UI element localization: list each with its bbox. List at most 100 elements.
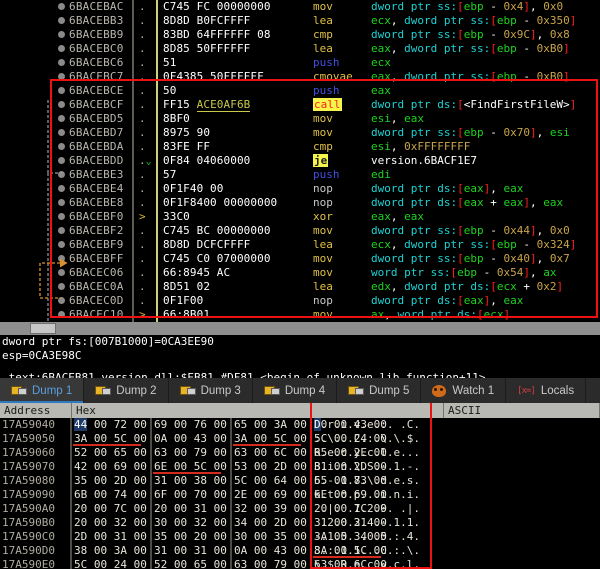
dump-hex-group[interactable]: 6B 00 74 00 <box>74 488 147 502</box>
dump-hex-group[interactable]: 0A 00 43 00 <box>234 544 307 558</box>
disassembly-row[interactable]: 6BACEBAC. C745 FC 00000000 mov dword ptr ss… <box>0 0 600 14</box>
dump-hex-group[interactable]: 20 00 31 00 <box>154 502 227 516</box>
dump-hex-group[interactable]: 35 00 20 00 <box>154 530 227 544</box>
column-header-hex[interactable]: Hex <box>72 403 444 418</box>
breakpoint-dot-icon[interactable] <box>54 154 68 168</box>
dump-hex-group[interactable]: 34 00 2D 00 <box>234 516 307 530</box>
breakpoint-dot-icon[interactable] <box>54 84 68 98</box>
dump-hex-group[interactable]: 35 00 2D 00 <box>74 474 147 488</box>
dump-row[interactable]: 17A590D0 38 00 3A 00 31 00 31 00 0A 00 43 0… <box>0 544 600 558</box>
disassembly-row[interactable]: 6BACEBCF. FF15 ACE0AF6B call dword ptr ds:[… <box>0 98 600 112</box>
breakpoint-dot-icon[interactable] <box>54 210 68 224</box>
tab-dump-2[interactable]: Dump 2 <box>84 378 169 403</box>
dump-row[interactable]: 17A59080 35 00 2D 00 31 00 38 00 5C 00 64 0… <box>0 474 600 488</box>
dump-row[interactable]: 17A59070 42 00 69 00 6E 00 5C 00 53 00 2D 0… <box>0 460 600 474</box>
breakpoint-dot-icon[interactable] <box>54 182 68 196</box>
dump-ascii[interactable]: B.i.n.\.S.-.1.-. <box>314 460 420 474</box>
disassembly-row[interactable]: 6BACEBC6. 51 push ecx <box>0 56 600 70</box>
dump-hex-group[interactable]: 31 00 38 00 <box>154 474 227 488</box>
dump-row[interactable]: 17A59090 6B 00 74 00 6F 00 70 00 2E 00 69 0… <box>0 488 600 502</box>
dump-hex-group[interactable]: 63 00 79 00 <box>154 446 227 460</box>
dump-ascii[interactable]: D.r.i.v.e.:. .C. <box>314 418 420 432</box>
breakpoint-dot-icon[interactable] <box>54 0 68 14</box>
disassembly-rows[interactable]: 6BACEBAC. C745 FC 00000000 mov dword ptr ss… <box>0 0 600 322</box>
disassembly-row[interactable]: 6BACEC06. 66:8945 AC mov word ptr ss:[ebp -… <box>0 266 600 280</box>
disassembly-row[interactable]: 6BACEBD7. 8975 90 mov dword ptr ss:[ebp - 0… <box>0 126 600 140</box>
breakpoint-dot-icon[interactable] <box>54 238 68 252</box>
dump-ascii[interactable]: 5.-.1.8.\.d.e.s. <box>314 474 420 488</box>
breakpoint-dot-icon[interactable] <box>54 280 68 294</box>
dump-hex-group[interactable]: 5C 00 64 00 <box>234 474 307 488</box>
dump-ascii[interactable]: \.$.R.e.c.y.c.l. <box>314 558 420 569</box>
dump-hex-group[interactable]: 44 00 72 00 <box>74 418 147 432</box>
breakpoint-dot-icon[interactable] <box>54 294 68 308</box>
breakpoint-dot-icon[interactable] <box>54 224 68 238</box>
dump-hex-group[interactable]: 32 00 39 00 <box>234 502 307 516</box>
dump-hex-group[interactable]: 38 00 3A 00 <box>74 544 147 558</box>
dump-ascii[interactable]: -.1.5. .0.5.:.4. <box>314 530 420 544</box>
dump-rows[interactable]: 17A59040 44 00 72 00 69 00 76 00 65 00 3A 0… <box>0 418 600 569</box>
scrollbar-thumb[interactable] <box>30 323 56 334</box>
dump-row[interactable]: 17A590E0 5C 00 24 00 52 00 65 00 63 00 79 0… <box>0 558 600 569</box>
disassembly-row[interactable]: 6BACEBB3. 8D8D B0FCFFFF lea ecx, dword ptr … <box>0 14 600 28</box>
dump-row[interactable]: 17A590C0 2D 00 31 00 35 00 20 00 30 00 35 0… <box>0 530 600 544</box>
dump-hex-group[interactable]: 30 00 32 00 <box>154 516 227 530</box>
breakpoint-dot-icon[interactable] <box>54 140 68 154</box>
memory-dump-panel[interactable]: Address Hex ASCII 17A59040 44 00 72 00 69 … <box>0 403 600 569</box>
tab-locals[interactable]: [x=] Locals <box>506 378 587 403</box>
tab-dump-5[interactable]: Dump 5 <box>337 378 422 403</box>
selected-byte[interactable]: 44 <box>74 418 88 431</box>
tab-dump-4[interactable]: Dump 4 <box>253 378 338 403</box>
selected-ascii-char[interactable]: D <box>314 418 321 431</box>
dump-ascii[interactable]: .|. .1.2.9. .|. <box>314 502 420 516</box>
dump-tab-bar[interactable]: Dump 1 Dump 2 Dump 3 Dump 4 Dump 5 Watch 1 [x=… <box>0 378 600 403</box>
dump-hex-group[interactable]: 2E 00 69 00 <box>234 488 307 502</box>
dump-hex-group[interactable]: 3A 00 5C 00 <box>234 432 307 446</box>
dump-hex-group[interactable]: 3A 00 5C 00 <box>74 432 147 446</box>
dump-hex-group[interactable]: 63 00 6C 00 <box>234 446 307 460</box>
disassembly-row[interactable]: 6BACEBE3. 57 push edi <box>0 168 600 182</box>
breakpoint-dot-icon[interactable] <box>54 14 68 28</box>
breakpoint-dot-icon[interactable] <box>54 56 68 70</box>
dump-hex-group[interactable]: 6E 00 5C 00 <box>154 460 227 474</box>
tab-dump-1[interactable]: Dump 1 <box>0 378 85 403</box>
disassembly-row[interactable]: 6BACEBF2. C745 BC 00000000 mov dword ptr ss… <box>0 224 600 238</box>
breakpoint-dot-icon[interactable] <box>54 168 68 182</box>
dump-ascii[interactable]: 8.:.1.1...C.:.\. <box>314 544 420 558</box>
breakpoint-dot-icon[interactable] <box>54 42 68 56</box>
dump-ascii[interactable]: .2.0.2.4.-.1.1. <box>314 516 420 530</box>
tab-dump-3[interactable]: Dump 3 <box>169 378 253 403</box>
disassembly-row[interactable]: 6BACEC0A. 8D51 02 lea edx, dword ptr ds:[ec… <box>0 280 600 294</box>
disassembly-row[interactable]: 6BACEBDD .⌄ 0F84 04060000 je version.6BACF1E… <box>0 154 600 168</box>
breakpoint-dot-icon[interactable] <box>54 112 68 126</box>
dump-ascii[interactable]: R.e.c.y.c.l.e... <box>314 446 420 460</box>
dump-hex-group[interactable]: 2D 00 31 00 <box>74 530 147 544</box>
breakpoint-dot-icon[interactable] <box>54 196 68 210</box>
breakpoint-dot-icon[interactable] <box>54 28 68 42</box>
dump-hex-group[interactable]: 65 00 3A 00 <box>234 418 307 432</box>
dump-ascii[interactable]: :.\...C.:.\.\.$. <box>314 432 420 446</box>
dump-ascii[interactable]: k.t.o.p...i.n.i. <box>314 488 420 502</box>
dump-row[interactable]: 17A59040 44 00 72 00 69 00 76 00 65 00 3A 0… <box>0 418 600 432</box>
dump-hex-group[interactable]: 6F 00 70 00 <box>154 488 227 502</box>
disassembly-horizontal-scrollbar[interactable] <box>0 322 600 335</box>
breakpoint-dot-icon[interactable] <box>54 266 68 280</box>
breakpoint-dot-icon[interactable] <box>54 252 68 266</box>
dump-row[interactable]: 17A590A0 20 00 7C 00 20 00 31 00 32 00 39 0… <box>0 502 600 516</box>
disassembly-row[interactable]: 6BACEBC0. 8D85 50FFFFFF lea eax, dword ptr … <box>0 42 600 56</box>
column-header-address[interactable]: Address <box>0 403 72 418</box>
dump-hex-group[interactable]: 31 00 31 00 <box>154 544 227 558</box>
dump-hex-group[interactable]: 53 00 2D 00 <box>234 460 307 474</box>
dump-hex-group[interactable]: 20 00 7C 00 <box>74 502 147 516</box>
dump-hex-group[interactable]: 20 00 32 00 <box>74 516 147 530</box>
dump-column-headers[interactable]: Address Hex ASCII <box>0 403 600 418</box>
disassembly-row[interactable]: 6BACEBF9. 8D8D DCFCFFFF lea ecx, dword ptr … <box>0 238 600 252</box>
dump-hex-group[interactable]: 0A 00 43 00 <box>154 432 227 446</box>
disassembly-row[interactable]: 6BACEBF0 >33C0 xor eax, eax <box>0 210 600 224</box>
disassembly-row[interactable]: 6BACEBD5. 8BF0 mov esi, eax <box>0 112 600 126</box>
dump-row[interactable]: 17A59050 3A 00 5C 00 0A 00 43 00 3A 00 5C 0… <box>0 432 600 446</box>
dump-row[interactable]: 17A59060 52 00 65 00 63 00 79 00 63 00 6C 0… <box>0 446 600 460</box>
tab-watch-1[interactable]: Watch 1 <box>421 378 507 403</box>
dump-row[interactable]: 17A590B0 20 00 32 00 30 00 32 00 34 00 2D 0… <box>0 516 600 530</box>
disassembly-row[interactable]: 6BACEBFF. C745 C0 07000000 mov dword ptr ss… <box>0 252 600 266</box>
